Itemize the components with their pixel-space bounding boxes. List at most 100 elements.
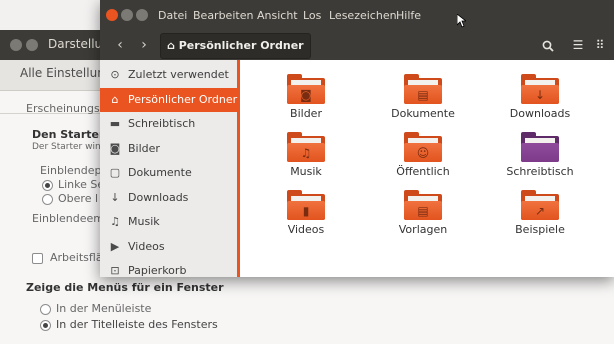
folder-videos[interactable]: ▮ Videos (256, 182, 356, 240)
downloads-folder-icon: ↓ (521, 74, 559, 104)
folder-oeffentlich[interactable]: ☺ Öffentlich (373, 124, 473, 182)
clock-icon: ⊙ (110, 68, 120, 81)
file-manager-window: Datei Bearbeiten Ansicht Los Lesezeichen… (100, 0, 614, 277)
workspaces-checkbox[interactable] (32, 253, 43, 264)
sidebar-item-schreibtisch[interactable]: ▬ Schreibtisch (100, 112, 237, 136)
menu-datei[interactable]: Datei (158, 9, 187, 22)
sidebar-item-label: Musik (128, 215, 160, 228)
radio-menus-titlebar[interactable] (40, 320, 51, 331)
menu-bearbeiten[interactable]: Bearbeiten (193, 9, 253, 22)
launcher-description: Der Starter win (32, 142, 101, 152)
music-folder-icon: ♫ (287, 132, 325, 162)
radio-menus-menubar-label: In der Menüleiste (56, 302, 152, 315)
radio-left-side-label: Linke Se (58, 178, 105, 191)
back-button[interactable]: ‹ (108, 34, 132, 56)
sidebar-item-papierkorb[interactable]: ⊡ Papierkorb (100, 259, 237, 283)
sidebar-item-musik[interactable]: ♫ Musik (100, 210, 237, 234)
reveal-sensitivity-label: Einblendeem (32, 212, 104, 225)
sidebar-item-zuletzt-verwendet[interactable]: ⊙ Zuletzt verwendet (100, 63, 237, 87)
file-view: ◙ Bilder ▤ Dokumente ↓ Downloads ♫ Musik ☺ Öffent… (240, 60, 614, 277)
documents-folder-icon: ▤ (404, 74, 442, 104)
settings-window-title: Darstellu (48, 37, 103, 51)
search-button[interactable] (536, 34, 560, 56)
sidebar-item-dokumente[interactable]: ▢ Dokumente (100, 161, 237, 185)
settings-minimize-button[interactable] (26, 39, 38, 51)
trash-icon: ⊡ (110, 264, 120, 277)
folder-schreibtisch[interactable]: Schreibtisch (490, 124, 590, 182)
folder-dokumente[interactable]: ▤ Dokumente (373, 66, 473, 124)
camera-icon: ◙ (109, 141, 121, 155)
menu-ansicht[interactable]: Ansicht (257, 9, 298, 22)
all-settings-button[interactable]: Alle Einstellung (20, 66, 112, 80)
places-sidebar: ⊙ Zuletzt verwendet ⌂ Persönlicher Ordner ▬ S… (100, 60, 240, 277)
close-button[interactable] (106, 9, 118, 21)
menu-hilfe[interactable]: Hilfe (396, 9, 421, 22)
templates-folder-icon: ▤ (404, 190, 442, 220)
radio-menus-menubar[interactable] (40, 304, 51, 315)
desktop-icon: ▬ (109, 117, 121, 130)
folder-musik[interactable]: ♫ Musik (256, 124, 356, 182)
file-manager-menubar: Datei Bearbeiten Ansicht Los Lesezeichen… (100, 0, 614, 30)
folder-emblem (521, 144, 559, 162)
folder-emblem: ▤ (417, 204, 429, 218)
folder-downloads[interactable]: ↓ Downloads (490, 66, 590, 124)
sidebar-item-label: Persönlicher Ordner (128, 92, 238, 106)
sidebar-item-label: Downloads (128, 190, 189, 204)
folder-label: Schreibtisch (506, 165, 574, 178)
sidebar-item-label: Zuletzt verwendet (128, 68, 229, 81)
document-icon: ▢ (109, 166, 121, 179)
folder-beispiele[interactable]: ↗ Beispiele (490, 182, 590, 240)
examples-folder-icon: ↗ (521, 190, 559, 220)
menu-los[interactable]: Los (303, 9, 321, 22)
folder-emblem: ♫ (300, 146, 312, 160)
radio-top-left-label: Obere l (58, 192, 99, 205)
list-icon: ☰ (572, 38, 584, 52)
folder-label: Videos (287, 223, 325, 236)
sidebar-item-persoenlicher-ordner[interactable]: ⌂ Persönlicher Ordner (100, 87, 238, 112)
desktop-folder-icon (521, 132, 559, 162)
folder-bilder[interactable]: ◙ Bilder (256, 66, 356, 124)
grid-view-button[interactable]: ⠿ (590, 34, 610, 56)
public-folder-icon: ☺ (404, 132, 442, 162)
folder-emblem: ↗ (534, 204, 546, 218)
grid-icon: ⠿ (595, 38, 605, 52)
download-icon: ↓ (110, 190, 120, 204)
mouse-pointer-icon (457, 14, 466, 28)
file-manager-toolbar: ‹ › ⌂ Persönlicher Ordner ☰ ⠿ (100, 30, 614, 60)
sidebar-item-videos[interactable]: ▶ Videos (100, 235, 237, 259)
folder-emblem: ↓ (534, 88, 546, 102)
videos-folder-icon: ▮ (287, 190, 325, 220)
radio-top-left[interactable] (42, 194, 53, 205)
settings-close-button[interactable] (10, 39, 22, 51)
folder-emblem: ☺ (416, 146, 430, 160)
sidebar-item-label: Schreibtisch (128, 117, 196, 130)
sidebar-item-bilder[interactable]: ◙ Bilder (100, 137, 237, 161)
folder-label: Musik (290, 165, 322, 178)
path-bar-home-button[interactable]: ⌂ Persönlicher Ordner (160, 33, 311, 59)
sidebar-item-label: Papierkorb (128, 264, 187, 277)
maximize-button[interactable] (136, 9, 148, 21)
sidebar-item-downloads[interactable]: ↓ Downloads (100, 186, 237, 210)
folder-label: Beispiele (515, 223, 565, 236)
folder-vorlagen[interactable]: ▤ Vorlagen (373, 182, 473, 240)
tab-appearance[interactable]: Erscheinungsb (26, 102, 107, 115)
radio-menus-titlebar-label: In der Titelleiste des Fensters (56, 318, 218, 331)
video-icon: ▶ (110, 239, 120, 253)
folder-label: Vorlagen (398, 223, 448, 236)
path-bar-label: Persönlicher Ordner (178, 39, 304, 52)
folder-label: Bilder (290, 107, 322, 120)
folder-emblem: ▮ (302, 204, 310, 218)
pictures-folder-icon: ◙ (287, 74, 325, 104)
launcher-heading: Den Starter (32, 128, 105, 141)
radio-left-side[interactable] (42, 180, 53, 191)
list-view-button[interactable]: ☰ (566, 34, 590, 56)
folder-emblem: ◙ (300, 88, 312, 102)
home-icon: ⌂ (111, 92, 119, 106)
forward-button[interactable]: › (132, 34, 156, 56)
menu-lesezeichen[interactable]: Lesezeichen (329, 9, 397, 22)
search-icon (542, 40, 554, 52)
minimize-button[interactable] (121, 9, 133, 21)
sidebar-item-label: Videos (128, 239, 165, 253)
sidebar-item-label: Bilder (128, 141, 160, 155)
workspaces-label: Arbeitsflä (50, 251, 103, 264)
